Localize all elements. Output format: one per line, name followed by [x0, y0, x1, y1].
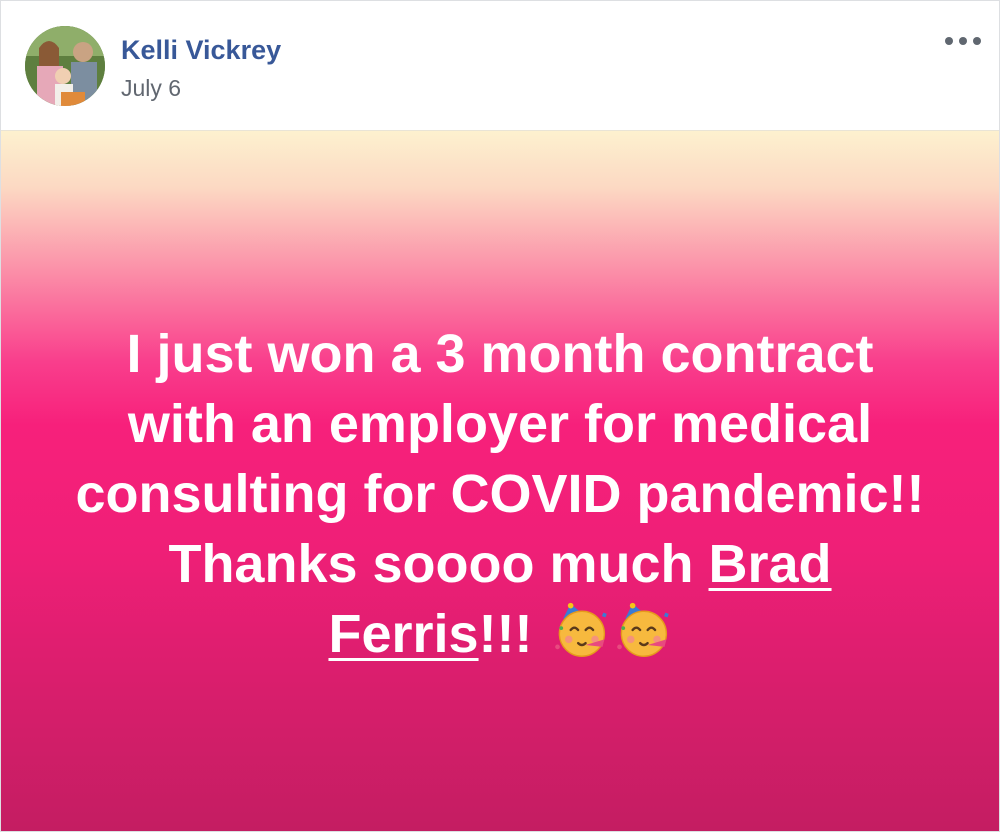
partying-face-emoji-icon [554, 602, 607, 657]
ellipsis-dot [959, 37, 967, 45]
author-name-link[interactable]: Kelli Vickrey [121, 35, 281, 66]
post-background: I just won a 3 month contract with an em… [1, 131, 999, 831]
partying-face-emoji-icon [616, 602, 669, 657]
post-message-exclaim: !!! [478, 604, 548, 664]
post-message: I just won a 3 month contract with an em… [70, 319, 930, 669]
ellipsis-icon[interactable] [945, 31, 981, 51]
post-card: Kelli Vickrey July 6 I just won a 3 mont… [0, 0, 1000, 832]
avatar-photo-icon [25, 26, 105, 106]
post-timestamp[interactable]: July 6 [121, 75, 181, 102]
post-header: Kelli Vickrey July 6 [1, 1, 999, 131]
ellipsis-dot [945, 37, 953, 45]
author-avatar[interactable] [25, 26, 105, 106]
ellipsis-dot [973, 37, 981, 45]
